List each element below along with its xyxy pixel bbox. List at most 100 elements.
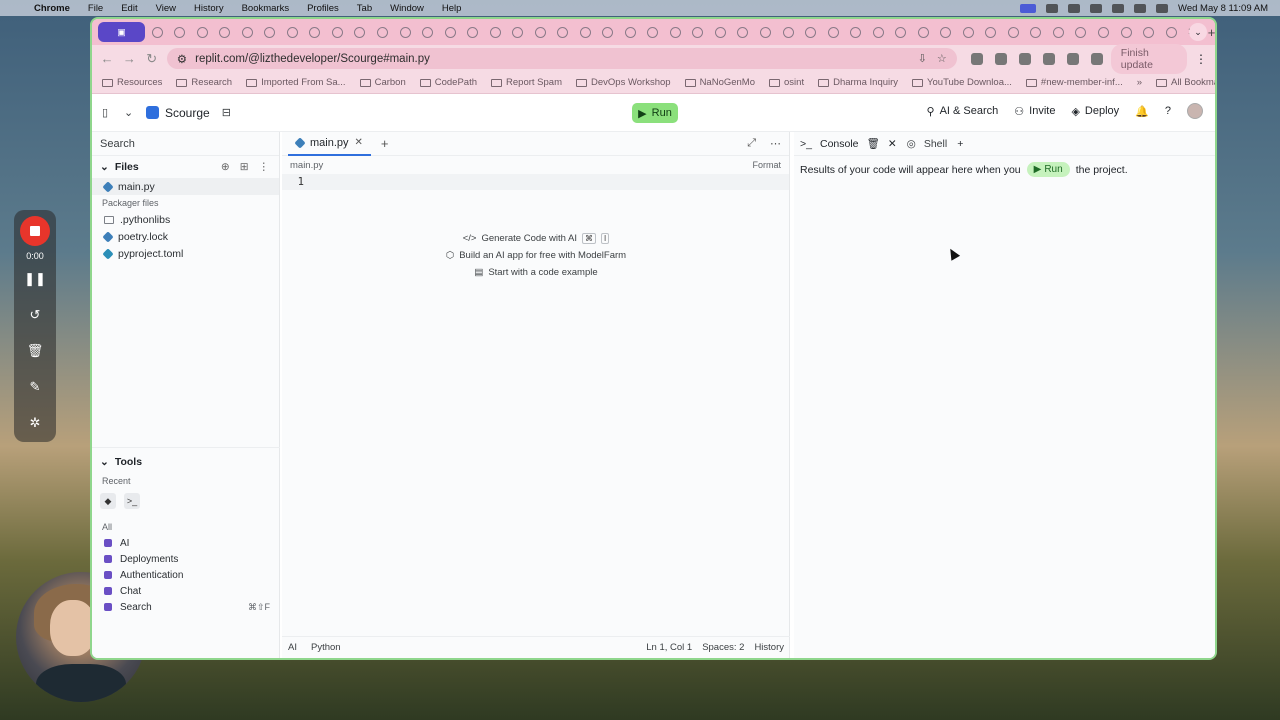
bookmark-report-spam[interactable]: Report Spam — [491, 77, 562, 88]
replit-menu-icon[interactable]: ⌄ — [124, 106, 138, 119]
menu-profiles[interactable]: Profiles — [298, 3, 348, 14]
all-bookmarks-button[interactable]: All Bookmarks — [1156, 77, 1215, 88]
tab-favicon-1[interactable] — [147, 22, 168, 42]
maximize-icon[interactable]: ⤢ — [747, 137, 756, 150]
generate-code-ai-link[interactable]: </> Generate Code with AI ⌘ I — [463, 232, 610, 244]
tab-shell[interactable]: ◎ Shell — [907, 138, 948, 150]
more-options-icon[interactable]: ⋮ — [259, 161, 270, 173]
close-tab-icon[interactable]: ✕ — [355, 137, 363, 148]
deploy-button[interactable]: ◈ Deploy — [1071, 105, 1119, 118]
modelfarm-link[interactable]: ⬡ Build an AI app for free with ModelFar… — [446, 249, 626, 261]
sidebar-search[interactable]: Search — [92, 132, 279, 156]
ai-search-button[interactable]: ⚲ AI & Search — [927, 105, 999, 118]
user-avatar[interactable] — [1187, 103, 1203, 119]
tab-favicon-45[interactable] — [1138, 22, 1159, 42]
address-bar-url[interactable]: replit.com/@lizthedeveloper/Scourge#main… — [195, 53, 430, 65]
tab-favicon-20[interactable] — [575, 22, 596, 42]
tab-favicon-14[interactable] — [440, 22, 461, 42]
bookmark-devops-workshop[interactable]: DevOps Workshop — [576, 77, 671, 88]
tab-console[interactable]: >_ Console 🗑 ✕ — [800, 137, 897, 151]
tool-chat[interactable]: Chat — [92, 583, 280, 599]
control-center-icon[interactable] — [1156, 3, 1169, 13]
tab-favicon-43[interactable] — [1093, 22, 1114, 42]
repl-info-icon[interactable]: ⊟ — [222, 106, 236, 119]
tab-favicon-8[interactable] — [305, 22, 326, 42]
notifications-bell-icon[interactable]: 🔔 — [1135, 105, 1149, 118]
repl-name[interactable]: Scourge — [165, 106, 210, 120]
restart-icon[interactable]: ↺ — [30, 297, 41, 333]
tab-favicon-44[interactable] — [1116, 22, 1137, 42]
address-bar[interactable]: ⚙ replit.com/@lizthedeveloper/Scourge#ma… — [166, 48, 957, 69]
menubar-clock[interactable]: Wed May 8 11:09 AM — [1178, 3, 1268, 14]
tab-favicon-2[interactable] — [169, 22, 190, 42]
new-editor-tab-icon[interactable]: + — [381, 136, 389, 151]
extension-3-icon[interactable] — [1018, 52, 1031, 65]
settings-status-icon[interactable] — [1068, 3, 1081, 13]
tab-favicon-9[interactable] — [327, 22, 348, 42]
menu-app-name[interactable]: Chrome — [30, 3, 79, 14]
tab-favicon-3[interactable] — [192, 22, 213, 42]
bookmark-codepath[interactable]: CodePath — [419, 77, 477, 88]
tab-favicon-32[interactable] — [845, 22, 866, 42]
bookmark-carbon[interactable]: Carbon — [359, 77, 406, 88]
tab-favicon-33[interactable] — [868, 22, 889, 42]
recent-tool-ai-icon[interactable]: ◆ — [100, 493, 116, 509]
screen-record-icon[interactable] — [1020, 3, 1037, 13]
tab-favicon-36[interactable] — [936, 22, 957, 42]
tab-favicon-42[interactable] — [1071, 22, 1092, 42]
status-indentation[interactable]: Spaces: 2 — [702, 642, 744, 653]
tab-group-active[interactable]: ▣ — [98, 22, 145, 42]
menu-bookmarks[interactable]: Bookmarks — [233, 3, 299, 14]
bookmark-new-member[interactable]: #new-member-inf... — [1025, 77, 1123, 88]
menu-tab[interactable]: Tab — [348, 3, 381, 14]
bookmark-nanogenmo[interactable]: NaNoGenMo — [684, 77, 755, 88]
tab-favicon-38[interactable] — [981, 22, 1002, 42]
breadcrumb-file[interactable]: main.py — [290, 160, 323, 171]
invite-button[interactable]: ⚇ Invite — [1014, 105, 1055, 118]
battery-icon[interactable] — [1090, 3, 1103, 13]
status-history[interactable]: History — [754, 642, 784, 653]
new-folder-icon[interactable]: ⊞ — [240, 161, 249, 173]
downloads-icon[interactable] — [1066, 52, 1079, 65]
extension-2-icon[interactable] — [994, 52, 1007, 65]
code-example-link[interactable]: ▤ Start with a code example — [474, 266, 597, 278]
file-item-poetry-lock[interactable]: poetry.lock — [92, 228, 279, 245]
help-icon[interactable]: ? — [1165, 105, 1171, 117]
status-language[interactable]: Python — [311, 642, 341, 653]
tool-deployments[interactable]: Deployments — [92, 551, 280, 567]
more-options-icon[interactable]: ⋯ — [770, 137, 781, 150]
tab-favicon-24[interactable] — [665, 22, 686, 42]
extension-1-icon[interactable] — [970, 52, 983, 65]
tab-favicon-7[interactable] — [282, 22, 303, 42]
code-line[interactable]: 1 — [282, 174, 789, 190]
tool-ai[interactable]: AI — [92, 535, 280, 551]
back-icon[interactable]: ← — [100, 51, 114, 66]
tab-favicon-40[interactable] — [1026, 22, 1047, 42]
tab-favicon-21[interactable] — [598, 22, 619, 42]
menu-window[interactable]: Window — [381, 3, 433, 14]
tab-search-icon[interactable]: ⌄ — [1189, 23, 1207, 41]
menu-edit[interactable]: Edit — [112, 3, 146, 14]
tab-favicon-18[interactable] — [530, 22, 551, 42]
bookmark-youtube-downloader[interactable]: YouTube Downloa... — [912, 77, 1012, 88]
bookmark-dharma[interactable]: Dharma Inquiry — [818, 77, 898, 88]
extension-status-icon[interactable] — [1046, 3, 1059, 13]
tab-favicon-30[interactable] — [800, 22, 821, 42]
tab-favicon-22[interactable] — [620, 22, 641, 42]
menu-file[interactable]: File — [79, 3, 112, 14]
status-cursor-position[interactable]: Ln 1, Col 1 — [646, 642, 692, 653]
toggle-sidebar-icon[interactable]: ▯ — [102, 106, 116, 119]
tab-favicon-10[interactable] — [350, 22, 371, 42]
tool-search[interactable]: Search ⌘⇧F — [92, 599, 280, 615]
tab-favicon-25[interactable] — [688, 22, 709, 42]
tab-favicon-35[interactable] — [913, 22, 934, 42]
site-info-icon[interactable]: ⚙ — [177, 52, 187, 66]
recent-tool-shell-icon[interactable]: >_ — [124, 493, 140, 509]
forward-icon[interactable]: → — [122, 51, 136, 66]
tab-favicon-28[interactable] — [755, 22, 776, 42]
file-item-pythonlibs[interactable]: .pythonlibs — [92, 211, 279, 228]
inline-run-button[interactable]: ▶ Run — [1026, 162, 1070, 177]
bookmark-resources[interactable]: Resources — [102, 77, 162, 88]
tool-authentication[interactable]: Authentication — [92, 567, 280, 583]
status-ai[interactable]: AI — [288, 642, 297, 653]
